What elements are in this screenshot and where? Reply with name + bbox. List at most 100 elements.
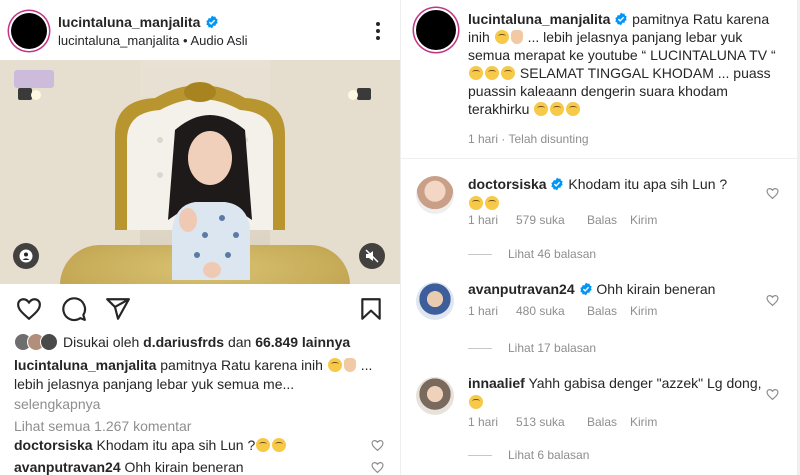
view-replies-link[interactable]: Lihat 6 balasan bbox=[468, 448, 589, 462]
caption-line-2: lebih jelasnya panjang lebar yuk semua m… bbox=[14, 376, 295, 392]
preview-comment: doctorsiska Khodam itu apa sih Lun ? bbox=[14, 437, 400, 457]
see-more-link[interactable]: selengkapnya bbox=[14, 396, 100, 412]
heart-icon[interactable] bbox=[766, 294, 779, 307]
comment-text: Yahh gabisa denger "azzek" Lg dong, bbox=[528, 375, 762, 391]
comment-likes[interactable]: 513 suka bbox=[516, 415, 587, 429]
reply-button[interactable]: Balas bbox=[587, 213, 630, 227]
caption-time: 1 hari bbox=[468, 132, 499, 146]
replies-count[interactable]: Lihat 46 balasan bbox=[508, 247, 596, 261]
reply-button[interactable]: Balas bbox=[587, 304, 630, 318]
heart-icon[interactable] bbox=[16, 296, 42, 322]
heart-icon[interactable] bbox=[371, 461, 384, 474]
lamp-left-icon bbox=[18, 88, 41, 100]
cry-emoji-icon bbox=[469, 66, 483, 80]
caption-username[interactable]: lucintaluna_manjalita bbox=[468, 11, 610, 27]
comments-panel: lucintaluna_manjalita pamitnya Ratu kare… bbox=[400, 0, 800, 475]
post-video[interactable] bbox=[0, 60, 400, 284]
comment-text: Ohh kirain beneran bbox=[596, 281, 716, 297]
verified-icon bbox=[615, 12, 627, 26]
author-avatar[interactable] bbox=[11, 13, 47, 49]
cry-emoji-icon bbox=[550, 102, 565, 116]
commenter-avatar[interactable] bbox=[416, 377, 454, 415]
replies-count[interactable]: Lihat 17 balasan bbox=[508, 341, 596, 355]
comment-footer: 1 hari 513 suka Balas Kirim bbox=[468, 415, 657, 429]
caption-text: pamitnya Ratu karena inih bbox=[160, 357, 323, 373]
replies-count[interactable]: Lihat 6 balasan bbox=[508, 448, 589, 462]
pray-emoji-icon bbox=[510, 30, 523, 44]
comment-likes[interactable]: 579 suka bbox=[516, 213, 587, 227]
laugh-emoji-icon bbox=[256, 438, 271, 452]
verified-icon bbox=[551, 177, 564, 191]
divider bbox=[401, 158, 800, 159]
view-all-comments-link[interactable]: Lihat semua 1.267 komentar bbox=[14, 418, 191, 434]
send-button[interactable]: Kirim bbox=[630, 213, 657, 227]
view-replies-link[interactable]: Lihat 17 balasan bbox=[468, 341, 596, 355]
preview-comment-text: Khodam itu apa sih Lun ? bbox=[96, 437, 256, 453]
sad-emoji-icon bbox=[327, 358, 342, 372]
full-caption: lucintaluna_manjalita pamitnya Ratu kare… bbox=[468, 10, 788, 118]
audio-subtitle[interactable]: lucintaluna_manjalita • Audio Asli bbox=[58, 33, 248, 48]
likers-avatars bbox=[14, 333, 58, 351]
send-button[interactable]: Kirim bbox=[630, 304, 657, 318]
user-tag-icon[interactable] bbox=[13, 243, 39, 269]
cry-emoji-icon bbox=[534, 102, 549, 116]
likes-user[interactable]: d.dariusfrds bbox=[143, 334, 224, 350]
sad-emoji-icon bbox=[469, 395, 483, 409]
likes-prefix: Disukai oleh bbox=[63, 334, 140, 350]
replies-line bbox=[468, 454, 492, 456]
commenter-avatar[interactable] bbox=[416, 176, 454, 214]
liker-avatar bbox=[40, 333, 58, 351]
replies-line bbox=[468, 253, 492, 255]
preview-comment-user[interactable]: doctorsiska bbox=[14, 437, 93, 453]
bookmark-icon[interactable] bbox=[358, 296, 384, 322]
commenter-avatar[interactable] bbox=[416, 282, 454, 320]
preview-comment: avanputravan24 Ohh kirain beneran bbox=[14, 459, 400, 475]
preview-comment-user[interactable]: avanputravan24 bbox=[14, 459, 121, 475]
comment-footer: 1 hari 579 suka Balas Kirim bbox=[468, 213, 657, 227]
comment-time: 1 hari bbox=[468, 304, 499, 318]
comment-icon[interactable] bbox=[61, 296, 87, 322]
author-username-row[interactable]: lucintaluna_manjalita bbox=[58, 14, 219, 30]
send-button[interactable]: Kirim bbox=[630, 415, 657, 429]
caption-ellipsis: ... bbox=[360, 357, 373, 373]
comment-footer: 1 hari 480 suka Balas Kirim bbox=[468, 304, 657, 318]
author-avatar[interactable] bbox=[416, 10, 456, 50]
replies-line bbox=[468, 347, 492, 349]
comment-time: 1 hari bbox=[468, 213, 499, 227]
cry-emoji-icon bbox=[501, 66, 515, 80]
caption-meta: 1 hari · Telah disunting bbox=[468, 132, 589, 146]
laugh-emoji-icon bbox=[469, 196, 483, 210]
lamp-right-icon bbox=[348, 88, 371, 100]
post-caption: lucintaluna_manjalita pamitnya Ratu kare… bbox=[14, 356, 390, 394]
pray-emoji-icon bbox=[343, 358, 356, 372]
comment-time: 1 hari bbox=[468, 415, 499, 429]
heart-icon[interactable] bbox=[371, 439, 384, 452]
comment-body: innaalief Yahh gabisa denger "azzek" Lg … bbox=[468, 374, 768, 412]
comment-body: avanputravan24 Ohh kirain beneran bbox=[468, 280, 768, 299]
heart-icon[interactable] bbox=[766, 388, 779, 401]
commenter-username[interactable]: avanputravan24 bbox=[468, 281, 575, 297]
laugh-emoji-icon bbox=[272, 438, 287, 452]
sad-emoji-icon bbox=[494, 30, 509, 44]
likes-count[interactable]: 66.849 lainnya bbox=[255, 334, 350, 350]
verified-icon bbox=[579, 282, 592, 296]
comment-likes[interactable]: 480 suka bbox=[516, 304, 587, 318]
likes-middle: dan bbox=[227, 334, 252, 350]
view-replies-link[interactable]: Lihat 46 balasan bbox=[468, 247, 596, 261]
commenter-username[interactable]: innaalief bbox=[468, 375, 525, 391]
heart-icon[interactable] bbox=[766, 187, 779, 200]
likes-summary[interactable]: Disukai oleh d.dariusfrds dan 66.849 lai… bbox=[14, 333, 350, 351]
author-username[interactable]: lucintaluna_manjalita bbox=[58, 14, 200, 30]
edited-label: Telah disunting bbox=[508, 132, 589, 146]
share-icon[interactable] bbox=[105, 296, 131, 322]
comment-body: doctorsiska Khodam itu apa sih Lun ? bbox=[468, 175, 768, 213]
feed-post-panel: lucintaluna_manjalita lucintaluna_manjal… bbox=[0, 0, 400, 475]
preview-comment-text: Ohh kirain beneran bbox=[124, 459, 244, 475]
reply-button[interactable]: Balas bbox=[587, 415, 630, 429]
cry-emoji-icon bbox=[566, 102, 581, 116]
mute-icon[interactable] bbox=[359, 243, 385, 269]
more-icon[interactable] bbox=[368, 20, 388, 42]
caption-username[interactable]: lucintaluna_manjalita bbox=[14, 357, 156, 373]
post-header: lucintaluna_manjalita lucintaluna_manjal… bbox=[0, 0, 400, 60]
commenter-username[interactable]: doctorsiska bbox=[468, 176, 547, 192]
